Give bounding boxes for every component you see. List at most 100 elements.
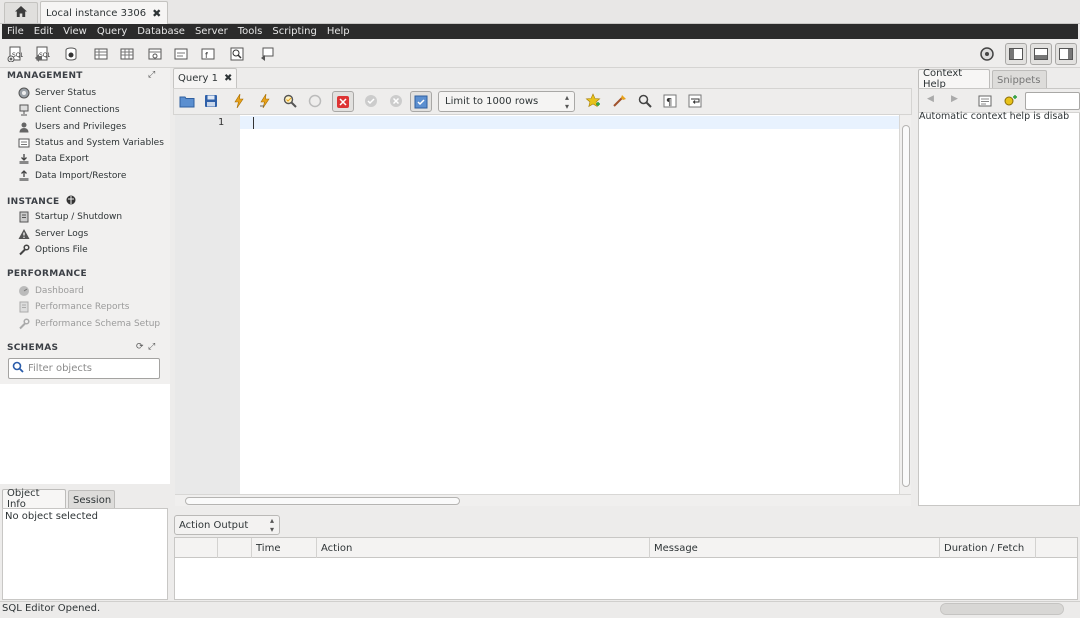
preferences-gear-icon[interactable] — [978, 45, 996, 63]
back-icon[interactable]: ◀ — [927, 94, 934, 104]
line-number-gutter: 1 — [175, 115, 240, 495]
toggle-autocommit-button[interactable] — [410, 91, 432, 112]
menu-database[interactable]: Database — [137, 26, 185, 37]
connection-tab[interactable]: Local instance 3306 ✖ — [40, 1, 168, 24]
commit-icon[interactable] — [362, 92, 380, 110]
status-progress-fill — [941, 604, 1063, 614]
menu-tools[interactable]: Tools — [238, 26, 263, 37]
editor-vertical-scrollbar[interactable] — [899, 115, 911, 495]
create-function-icon[interactable]: f — [199, 45, 217, 63]
save-icon[interactable] — [202, 92, 220, 110]
nav-data-export[interactable]: Data Export — [17, 152, 89, 166]
nav-client-connections[interactable]: Client Connections — [17, 103, 120, 117]
scrollbar-thumb[interactable] — [185, 497, 460, 505]
add-snippet-icon[interactable] — [584, 92, 602, 110]
toggle-stop-on-error-button[interactable] — [332, 91, 354, 112]
instance-title-text: INSTANCE — [7, 197, 60, 207]
nav-users-privileges[interactable]: Users and Privileges — [17, 120, 126, 134]
create-schema-icon[interactable] — [92, 45, 110, 63]
col-status[interactable] — [217, 538, 251, 558]
output-type-select[interactable]: Action Output ▴ ▾ — [174, 515, 280, 535]
close-icon[interactable]: ✖ — [152, 7, 161, 20]
nav-server-status[interactable]: Server Status — [17, 86, 96, 100]
nav-startup-shutdown[interactable]: Startup / Shutdown — [17, 210, 122, 224]
col-time[interactable]: Time — [251, 538, 316, 558]
word-wrap-icon[interactable] — [686, 92, 704, 110]
schema-setup-icon — [17, 318, 30, 331]
query-tab[interactable]: Query 1 ✖ — [173, 68, 237, 88]
beautify-icon[interactable] — [611, 92, 629, 110]
tab-session[interactable]: Session — [68, 490, 115, 509]
text-caret — [253, 117, 254, 129]
nav-label: Dashboard — [35, 286, 84, 296]
rollback-icon[interactable] — [387, 92, 405, 110]
inspector-icon[interactable] — [62, 45, 80, 63]
open-file-icon[interactable] — [178, 92, 196, 110]
tab-context-help[interactable]: Context Help — [918, 68, 990, 90]
forward-icon[interactable]: ▶ — [951, 94, 958, 104]
open-sql-script-icon[interactable]: SQL — [33, 45, 51, 63]
col-duration[interactable]: Duration / Fetch — [939, 538, 1035, 558]
menu-help[interactable]: Help — [327, 26, 350, 37]
menu-server[interactable]: Server — [195, 26, 228, 37]
find-icon[interactable] — [636, 92, 654, 110]
context-help-panel — [918, 88, 1080, 506]
output-type-value: Action Output — [179, 519, 249, 531]
scrollbar-thumb[interactable] — [902, 125, 910, 487]
create-table-icon[interactable] — [118, 45, 136, 63]
data-import-icon — [17, 170, 30, 183]
nav-status-variables[interactable]: Status and System Variables — [17, 136, 164, 150]
execute-icon[interactable] — [230, 92, 248, 110]
reconnect-icon[interactable] — [258, 45, 276, 63]
search-table-data-icon[interactable] — [228, 45, 246, 63]
stop-icon[interactable] — [306, 92, 324, 110]
nav-options-file[interactable]: Options File — [17, 243, 88, 257]
menubar: File Edit View Query Database Server Too… — [2, 24, 1078, 39]
invisible-chars-icon[interactable]: ¶ — [661, 92, 679, 110]
client-connections-icon — [17, 104, 30, 117]
nav-performance-schema-setup[interactable]: Performance Schema Setup — [17, 317, 160, 331]
nav-performance-reports[interactable]: Performance Reports — [17, 300, 129, 314]
manual-help-icon[interactable] — [976, 92, 994, 110]
nav-server-logs[interactable]: Server Logs — [17, 227, 88, 241]
close-icon[interactable]: ✖ — [224, 73, 232, 84]
line-number: 1 — [217, 117, 224, 128]
sql-editor[interactable] — [175, 115, 899, 495]
instance-section-title: INSTANCE — [7, 195, 76, 208]
expand-icon[interactable]: ⤢ — [148, 70, 155, 80]
nav-data-import[interactable]: Data Import/Restore — [17, 169, 126, 183]
help-search-input[interactable] — [1025, 92, 1080, 110]
expand-schemas-icon[interactable]: ⤢ — [148, 342, 155, 352]
menu-edit[interactable]: Edit — [34, 26, 53, 37]
col-action[interactable]: Action — [316, 538, 649, 558]
editor-horizontal-scrollbar[interactable] — [175, 494, 911, 506]
create-view-icon[interactable] — [146, 45, 164, 63]
server-status-icon — [17, 87, 30, 100]
execute-current-icon[interactable] — [256, 92, 274, 110]
menu-scripting[interactable]: Scripting — [272, 26, 316, 37]
nav-label: Performance Reports — [35, 302, 130, 312]
home-tab[interactable] — [4, 2, 38, 23]
new-sql-tab-icon[interactable]: SQL — [6, 45, 24, 63]
toggle-output-button[interactable] — [1030, 43, 1052, 65]
menu-file[interactable]: File — [7, 26, 24, 37]
create-procedure-icon[interactable] — [172, 45, 190, 63]
performance-section-title: PERFORMANCE — [7, 269, 87, 279]
refresh-icon[interactable]: ⟳ — [136, 342, 144, 352]
tab-object-info[interactable]: Object Info — [2, 488, 66, 510]
object-info-tabs: Object Info Session — [0, 488, 170, 510]
tab-snippets[interactable]: Snippets — [992, 70, 1047, 89]
right-panel-layout-icon — [1059, 48, 1073, 60]
filter-objects-input[interactable]: Filter objects — [8, 358, 160, 379]
explain-icon[interactable] — [281, 92, 299, 110]
toggle-right-panel-button[interactable] — [1055, 43, 1077, 65]
toggle-sidebar-button[interactable] — [1005, 43, 1027, 65]
nav-dashboard[interactable]: Dashboard — [17, 284, 84, 298]
auto-help-icon[interactable] — [1002, 92, 1020, 110]
status-bar — [0, 601, 1080, 618]
limit-rows-select[interactable]: Limit to 1000 rows ▴ ▾ — [438, 91, 575, 112]
col-message[interactable]: Message — [649, 538, 939, 558]
menu-view[interactable]: View — [63, 26, 87, 37]
menu-query[interactable]: Query — [97, 26, 127, 37]
schema-tree[interactable] — [0, 384, 170, 484]
